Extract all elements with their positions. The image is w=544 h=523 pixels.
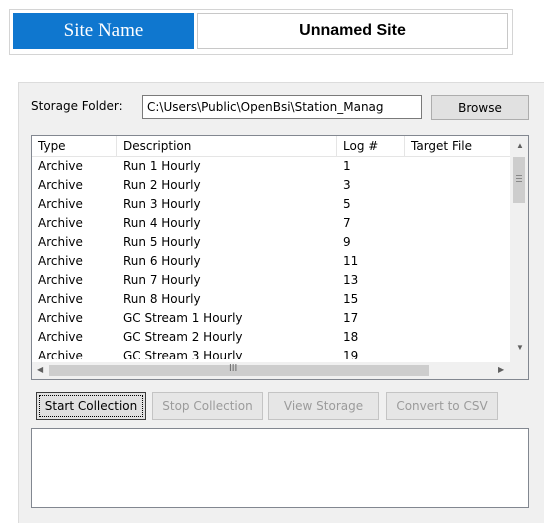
log-output-box[interactable] [31, 428, 529, 508]
storage-folder-label: Storage Folder: [31, 99, 123, 113]
cell-type: Archive [38, 292, 83, 306]
cell-description: Run 6 Hourly [123, 254, 201, 268]
cell-type: Archive [38, 273, 83, 287]
site-header: Site Name Unnamed Site [9, 9, 513, 55]
cell-description: Run 1 Hourly [123, 159, 201, 173]
cell-type: Archive [38, 159, 83, 173]
storage-folder-input[interactable]: C:\Users\Public\OpenBsi\Station_Manag [142, 95, 422, 119]
list-item[interactable]: Archive Run 6 Hourly 11 [32, 252, 508, 271]
list-item[interactable]: Archive Run 4 Hourly 7 [32, 214, 508, 233]
cell-log-number: 1 [343, 159, 351, 173]
column-header-description[interactable]: Description [117, 136, 337, 156]
cell-log-number: 17 [343, 311, 359, 325]
scroll-left-arrow-icon[interactable]: ◀ [37, 366, 43, 374]
view-storage-button[interactable]: View Storage [268, 392, 379, 420]
scroll-corner [511, 362, 528, 379]
column-header-target-file[interactable]: Target File [405, 136, 512, 156]
horizontal-scroll-thumb[interactable]: III [49, 363, 429, 376]
cell-log-number: 19 [343, 349, 359, 359]
scroll-up-arrow-icon[interactable]: ▲ [516, 142, 524, 150]
site-name-value: Unnamed Site [197, 13, 508, 49]
list-item[interactable]: Archive Run 3 Hourly 5 [32, 195, 508, 214]
cell-log-number: 5 [343, 197, 351, 211]
cell-log-number: 3 [343, 178, 351, 192]
scroll-down-arrow-icon[interactable]: ▼ [516, 344, 524, 352]
stop-collection-button[interactable]: Stop Collection [152, 392, 263, 420]
list-item[interactable]: Archive Run 7 Hourly 13 [32, 271, 508, 290]
cell-log-number: 7 [343, 216, 351, 230]
cell-description: Run 7 Hourly [123, 273, 201, 287]
list-item[interactable]: Archive GC Stream 2 Hourly 18 [32, 328, 508, 347]
scroll-right-arrow-icon[interactable]: ▶ [498, 366, 504, 374]
horizontal-scrollbar[interactable]: ◀ III ▶ [32, 362, 511, 379]
cell-description: Run 4 Hourly [123, 216, 201, 230]
column-header-log-number[interactable]: Log # [337, 136, 405, 156]
scroll-grip: III [229, 363, 238, 374]
cell-description: Run 2 Hourly [123, 178, 201, 192]
list-item[interactable]: Archive Run 8 Hourly 15 [32, 290, 508, 309]
cell-type: Archive [38, 197, 83, 211]
vertical-scrollbar[interactable]: ▲ ▼ [510, 136, 528, 362]
site-name-label: Site Name [13, 13, 194, 49]
cell-description: Run 8 Hourly [123, 292, 201, 306]
browse-button[interactable]: Browse [431, 95, 529, 120]
cell-log-number: 15 [343, 292, 359, 306]
list-item[interactable]: Archive Run 1 Hourly 1 [32, 157, 508, 176]
cell-log-number: 9 [343, 235, 351, 249]
cell-type: Archive [38, 254, 83, 268]
vertical-scroll-thumb[interactable] [513, 157, 525, 203]
list-header: Type Description Log # Target File [32, 136, 512, 157]
cell-type: Archive [38, 349, 83, 359]
cell-log-number: 18 [343, 330, 359, 344]
column-header-type[interactable]: Type [32, 136, 117, 156]
cell-description: GC Stream 1 Hourly [123, 311, 243, 325]
convert-to-csv-button[interactable]: Convert to CSV [386, 392, 498, 420]
archive-list[interactable]: Type Description Log # Target File Archi… [31, 135, 529, 380]
cell-log-number: 13 [343, 273, 359, 287]
cell-type: Archive [38, 330, 83, 344]
list-item[interactable]: Archive GC Stream 3 Hourly 19 [32, 347, 508, 359]
list-body: Archive Run 1 Hourly 1 Archive Run 2 Hourly 3… [32, 157, 508, 359]
start-collection-button[interactable]: Start Collection [36, 392, 146, 420]
cell-type: Archive [38, 178, 83, 192]
cell-description: GC Stream 2 Hourly [123, 330, 243, 344]
cell-description: Run 3 Hourly [123, 197, 201, 211]
cell-type: Archive [38, 235, 83, 249]
cell-type: Archive [38, 216, 83, 230]
list-item[interactable]: Archive Run 5 Hourly 9 [32, 233, 508, 252]
cell-type: Archive [38, 311, 83, 325]
cell-description: Run 5 Hourly [123, 235, 201, 249]
list-item[interactable]: Archive GC Stream 1 Hourly 17 [32, 309, 508, 328]
list-item[interactable]: Archive Run 2 Hourly 3 [32, 176, 508, 195]
cell-log-number: 11 [343, 254, 359, 268]
cell-description: GC Stream 3 Hourly [123, 349, 243, 359]
